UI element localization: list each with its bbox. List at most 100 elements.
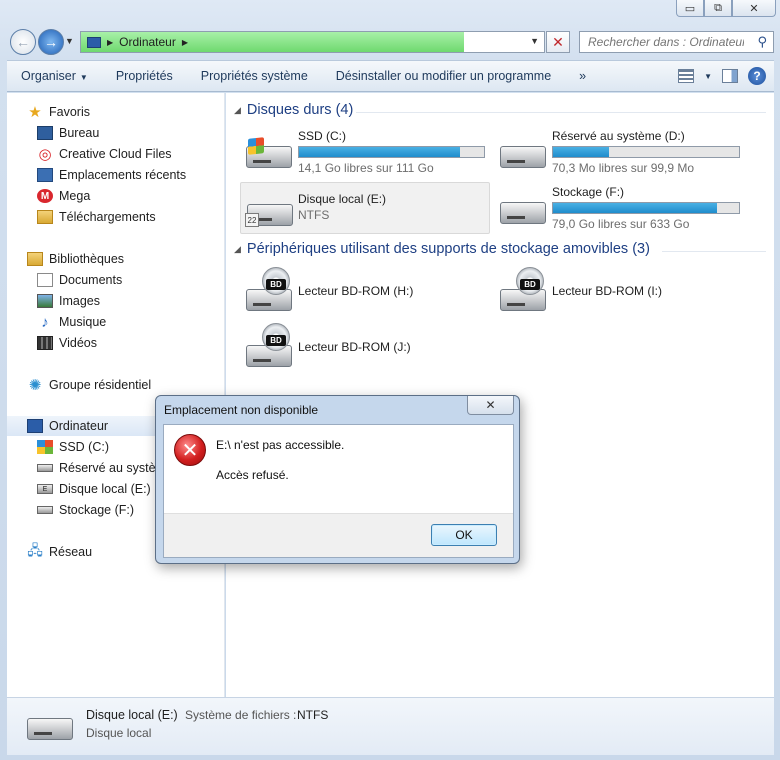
usage-bar xyxy=(552,146,740,158)
dialog-title: Emplacement non disponible xyxy=(164,403,319,417)
nav-stockage-f[interactable]: Stockage (F:) xyxy=(37,500,134,520)
drive-name: Lecteur BD-ROM (H:) xyxy=(298,284,414,298)
address-history-dropdown-icon[interactable]: ▼ xyxy=(530,36,539,46)
group-divider xyxy=(356,112,766,113)
desktop-icon xyxy=(37,126,53,140)
preview-pane-icon[interactable] xyxy=(722,69,738,83)
hard-drive-icon xyxy=(500,146,546,168)
usage-bar xyxy=(552,202,740,214)
nav-bureau[interactable]: Bureau xyxy=(37,123,99,143)
dialog-footer: OK xyxy=(164,513,513,557)
minimize-button[interactable]: ▭ xyxy=(676,0,704,17)
maximize-icon: ⧉ xyxy=(714,1,722,14)
drive-name: SSD (C:) xyxy=(298,129,346,143)
usage-bar xyxy=(298,146,485,158)
nav-videos[interactable]: Vidéos xyxy=(37,333,97,353)
back-button[interactable]: ← xyxy=(10,29,36,55)
drive-tile-e[interactable]: 22 Disque local (E:) NTFS xyxy=(240,182,490,234)
arrow-right-icon: → xyxy=(44,34,58,50)
nav-bibliotheques[interactable]: Bibliothèques xyxy=(27,249,124,269)
nav-ssd-c[interactable]: SSD (C:) xyxy=(37,437,109,457)
hard-drive-icon xyxy=(37,506,53,514)
system-drive-icon xyxy=(37,440,53,454)
group-removable[interactable]: ◢ Périphériques utilisant des supports d… xyxy=(234,241,650,257)
drive-tile-d[interactable]: Réservé au système (D:) 70,3 Mo libres s… xyxy=(494,126,754,178)
help-icon[interactable]: ? xyxy=(748,67,766,85)
collapse-triangle-icon[interactable]: ◢ xyxy=(234,105,241,116)
drive-name: Stockage (F:) xyxy=(552,185,625,199)
documents-icon xyxy=(37,273,53,287)
ok-button[interactable]: OK xyxy=(431,524,497,546)
details-filesystem-label: Système de fichiers : xyxy=(185,708,297,722)
drive-tile-f[interactable]: Stockage (F:) 79,0 Go libres sur 633 Go xyxy=(494,182,754,234)
bd-badge: BD xyxy=(266,279,286,290)
maximize-button[interactable]: ⧉ xyxy=(704,0,732,17)
details-item-type: Disque local xyxy=(86,726,152,740)
close-button[interactable]: ✕ xyxy=(732,0,776,17)
locked-drive-icon: E xyxy=(37,484,53,494)
uninstall-program-button[interactable]: Désinstaller ou modifier un programme xyxy=(322,69,565,83)
windows-logo-icon xyxy=(248,137,264,155)
properties-button[interactable]: Propriétés xyxy=(102,69,187,83)
bd-badge: BD xyxy=(266,335,286,346)
drive-name: Réservé au système (D:) xyxy=(552,129,685,143)
nav-creative-cloud[interactable]: ◎ Creative Cloud Files xyxy=(37,144,171,164)
nav-recents[interactable]: Emplacements récents xyxy=(37,165,186,185)
drive-free-space: 70,3 Mo libres sur 99,9 Mo xyxy=(552,161,695,175)
bd-badge: BD xyxy=(520,279,540,290)
nav-reseau[interactable]: 🖧 Réseau xyxy=(27,542,92,562)
drive-tile-c[interactable]: SSD (C:) 14,1 Go libres sur 111 Go xyxy=(240,126,490,178)
nav-favoris[interactable]: ★ Favoris xyxy=(27,102,90,122)
nav-images[interactable]: Images xyxy=(37,291,100,311)
address-bar[interactable]: ▶ Ordinateur ▶ ▼ xyxy=(80,31,545,53)
recent-pages-dropdown[interactable]: ▼ xyxy=(65,36,74,46)
nav-musique[interactable]: ♪ Musique xyxy=(37,312,106,332)
search-box[interactable]: ⚲ xyxy=(579,31,774,53)
drive-tile-i[interactable]: BD Lecteur BD-ROM (I:) xyxy=(494,265,754,317)
collapse-triangle-icon[interactable]: ◢ xyxy=(234,244,241,255)
libraries-icon xyxy=(27,252,43,266)
view-options-dropdown-icon[interactable]: ▼ xyxy=(704,72,712,81)
music-note-icon: ♪ xyxy=(41,313,49,331)
nav-reserve-systeme[interactable]: Réservé au système xyxy=(37,458,173,478)
breadcrumb-computer[interactable]: Ordinateur xyxy=(119,35,176,49)
dialog-body: ✕ E:\ n'est pas accessible. Accès refusé… xyxy=(163,424,514,558)
nav-telechargements[interactable]: Téléchargements xyxy=(37,207,156,227)
nav-disque-local-e[interactable]: E Disque local (E:) xyxy=(37,479,151,499)
hard-drive-icon xyxy=(27,718,73,740)
nav-mega[interactable]: M Mega xyxy=(37,186,90,206)
nav-groupe-residentiel[interactable]: ✺ Groupe résidentiel xyxy=(27,375,151,395)
unavailable-drive-badge-icon: 22 xyxy=(245,213,259,227)
breadcrumb-separator-icon[interactable]: ▶ xyxy=(107,38,113,47)
system-properties-button[interactable]: Propriétés système xyxy=(187,69,322,83)
homegroup-icon: ✺ xyxy=(28,377,42,394)
organize-menu[interactable]: Organiser ▼ xyxy=(7,69,102,83)
star-icon: ★ xyxy=(28,104,42,121)
dialog-close-button[interactable]: ✕ xyxy=(467,396,514,415)
drive-name: Disque local (E:) xyxy=(298,192,387,206)
drive-free-space: 79,0 Go libres sur 633 Go xyxy=(552,217,690,231)
dialog-detail: Accès refusé. xyxy=(216,468,289,482)
close-icon: ✕ xyxy=(485,398,496,412)
search-input[interactable] xyxy=(586,34,746,50)
drive-tile-j[interactable]: BD Lecteur BD-ROM (J:) xyxy=(240,321,490,373)
group-hard-disks[interactable]: ◢ Disques durs (4) xyxy=(234,102,353,118)
error-icon: ✕ xyxy=(174,434,206,466)
nav-documents[interactable]: Documents xyxy=(37,270,122,290)
window-caption-buttons: ▭ ⧉ ✕ xyxy=(676,0,776,17)
drive-free-space: 14,1 Go libres sur 111 Go xyxy=(298,161,434,175)
error-dialog: Emplacement non disponible ✕ ✕ E:\ n'est… xyxy=(155,395,520,564)
stop-button[interactable]: ✕ xyxy=(546,31,570,53)
drive-name: Lecteur BD-ROM (I:) xyxy=(552,284,663,298)
breadcrumb-separator-icon[interactable]: ▶ xyxy=(182,38,188,47)
drive-tile-h[interactable]: BD Lecteur BD-ROM (H:) xyxy=(240,265,490,317)
change-view-icon[interactable] xyxy=(678,69,695,83)
search-icon[interactable]: ⚲ xyxy=(757,34,767,50)
creative-cloud-icon: ◎ xyxy=(38,146,52,163)
more-commands-button[interactable]: » xyxy=(565,69,600,83)
close-icon: ✕ xyxy=(749,2,759,15)
forward-button[interactable]: → xyxy=(38,29,64,55)
explorer-window: ▭ ⧉ ✕ ← → ▼ ▶ Ordinateur ▶ ▼ ✕ ⚲ Organis… xyxy=(0,0,780,760)
pictures-icon xyxy=(37,294,53,308)
mega-icon: M xyxy=(37,189,53,203)
